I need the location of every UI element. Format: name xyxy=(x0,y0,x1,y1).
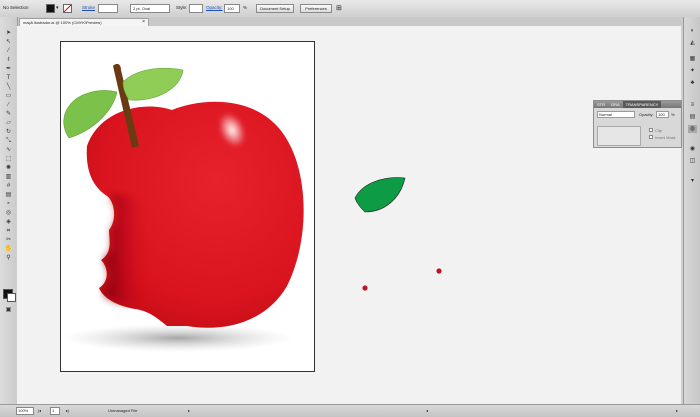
collapse-dock-icon[interactable]: ▾ xyxy=(688,177,697,185)
transparency-panel: STR GRA TRANSPARENCY Normal Opacity: 100… xyxy=(593,100,682,148)
panel-opacity-percent: % xyxy=(671,112,675,117)
layers-icon[interactable]: ◫ xyxy=(688,157,697,165)
rectangle-icon[interactable]: ▭ xyxy=(4,92,13,100)
panel-dock: ◐ ◭ ▦ ✦ ♣ ≡ ▤ ◍ ◉ ◫ ▾ xyxy=(683,17,700,404)
scroll-right-icon[interactable]: ▸ xyxy=(676,408,678,413)
scale-icon[interactable]: ⤡ xyxy=(4,137,13,145)
selection-status: No Selection xyxy=(3,5,29,10)
gradient-icon[interactable]: ▤ xyxy=(4,191,13,199)
apple-shadow xyxy=(63,324,293,352)
status-bar: 100% |◂ 1 ▸| Unmanaged File ▸ ◂ ▸ xyxy=(0,404,700,417)
tab-transparency[interactable]: TRANSPARENCY xyxy=(622,101,662,108)
brush-definition-select[interactable]: 2 pt. Oval xyxy=(130,4,170,13)
arrange-documents-icon[interactable]: ⊞ xyxy=(336,4,342,12)
loose-leaf xyxy=(354,177,406,213)
opacity-percent: % xyxy=(243,5,248,10)
seed-dot xyxy=(436,268,442,274)
line-icon[interactable]: ╲ xyxy=(4,83,13,91)
apple-leaf-right xyxy=(122,67,184,101)
document-tab[interactable]: maçã ilustrador.ai @ 100% (CMYK/Preview)… xyxy=(19,18,149,26)
live-paint-icon[interactable]: ◈ xyxy=(4,218,13,226)
mesh-icon[interactable]: # xyxy=(4,182,13,190)
status-menu-icon[interactable]: ▸ xyxy=(188,408,190,413)
seed-dot xyxy=(362,285,368,291)
brushes-icon[interactable]: ✦ xyxy=(688,67,697,75)
stroke-swatch[interactable] xyxy=(63,4,72,13)
color-guide-icon[interactable]: ◭ xyxy=(688,39,697,47)
slice-icon[interactable]: ⌗ xyxy=(4,227,13,235)
document-tab-title: maçã ilustrador.ai @ 100% (CMYK/Preview) xyxy=(23,20,102,25)
stroke-label-link[interactable]: Stroke xyxy=(82,5,95,10)
paintbrush-icon[interactable]: ∕ xyxy=(4,101,13,109)
first-page-icon[interactable]: |◂ xyxy=(38,408,41,413)
swatches-icon[interactable]: ▦ xyxy=(688,55,697,63)
document-setup-button[interactable]: Document Setup xyxy=(256,4,294,13)
symbol-sprayer-icon[interactable]: ✺ xyxy=(4,164,13,172)
zoom-select[interactable]: 100% xyxy=(16,407,34,415)
free-transform-icon[interactable]: ⬚ xyxy=(4,155,13,163)
lasso-icon[interactable]: ℓ xyxy=(4,56,13,64)
opacity-label: Opacity: xyxy=(639,112,654,117)
zoom-icon[interactable]: ⚲ xyxy=(4,254,13,262)
page-input[interactable]: 1 xyxy=(50,407,60,415)
next-page-icon[interactable]: ▸| xyxy=(66,408,69,413)
pen-icon[interactable]: ✒ xyxy=(4,65,13,73)
fill-stroke-swatch[interactable] xyxy=(3,289,16,302)
graphic-style-select[interactable] xyxy=(189,4,203,13)
style-label: Style: xyxy=(176,5,188,10)
pencil-icon[interactable]: ✎ xyxy=(4,110,13,118)
tab-stroke[interactable]: STR xyxy=(594,101,608,108)
scissors-icon[interactable]: ✂ xyxy=(4,236,13,244)
stroke-weight-input[interactable] xyxy=(98,4,118,13)
appearance-icon[interactable]: ◉ xyxy=(688,145,697,153)
invert-mask-label: Invert Mask xyxy=(655,135,676,140)
eyedropper-icon[interactable]: ⁍ xyxy=(4,200,13,208)
blend-mode-select[interactable]: Normal xyxy=(597,111,635,118)
fill-dropdown-icon[interactable]: ▾ xyxy=(56,5,59,11)
selection-arrow-icon[interactable]: ➤ xyxy=(4,29,13,37)
symbols-icon[interactable]: ♣ xyxy=(688,79,697,87)
opacity-input[interactable]: 100 xyxy=(224,4,240,13)
transparency-icon[interactable]: ◍ xyxy=(688,125,697,133)
panel-opacity-input[interactable]: 100 xyxy=(656,111,669,118)
screen-mode-icon[interactable]: ▣ xyxy=(4,306,13,314)
rotate-icon[interactable]: ↻ xyxy=(4,128,13,136)
canvas-area[interactable] xyxy=(17,26,681,404)
fill-swatch[interactable] xyxy=(46,4,55,13)
artwork xyxy=(63,63,442,352)
panel-tabs: STR GRA TRANSPARENCY xyxy=(594,101,681,108)
tab-gradient[interactable]: GRA xyxy=(608,101,623,108)
stroke-icon[interactable]: ≡ xyxy=(688,101,697,109)
clip-label: Clip xyxy=(655,128,662,133)
preferences-button[interactable]: Preferences xyxy=(300,4,332,13)
type-icon[interactable]: T xyxy=(4,74,13,82)
invert-mask-checkbox[interactable] xyxy=(649,135,653,139)
direct-selection-icon[interactable]: ↖ xyxy=(4,38,13,46)
magic-wand-icon[interactable]: ⁄ xyxy=(4,47,13,55)
blend-icon[interactable]: ◎ xyxy=(4,209,13,217)
gradient-panel-icon[interactable]: ▤ xyxy=(688,113,697,121)
warp-icon[interactable]: ∿ xyxy=(4,146,13,154)
color-icon[interactable]: ◐ xyxy=(688,27,697,35)
file-status[interactable]: Unmanaged File xyxy=(108,408,137,413)
eraser-icon[interactable]: ▱ xyxy=(4,119,13,127)
clip-checkbox[interactable] xyxy=(649,128,653,132)
tools-panel: ➤ ↖ ⁄ ℓ ✒ T ╲ ▭ ∕ ✎ ▱ ↻ ⤡ ∿ ⬚ ✺ ▥ # ▤ ⁍ … xyxy=(0,17,18,404)
object-thumbnail xyxy=(597,126,641,146)
opacity-label-link[interactable]: Opacity: xyxy=(206,5,223,10)
graph-icon[interactable]: ▥ xyxy=(4,173,13,181)
hand-icon[interactable]: ✋ xyxy=(4,245,13,253)
scroll-left-icon[interactable]: ◂ xyxy=(426,408,428,413)
close-tab-icon[interactable]: × xyxy=(142,19,145,26)
control-bar: No Selection ▾ Stroke 2 pt. Oval Style: … xyxy=(0,0,700,18)
